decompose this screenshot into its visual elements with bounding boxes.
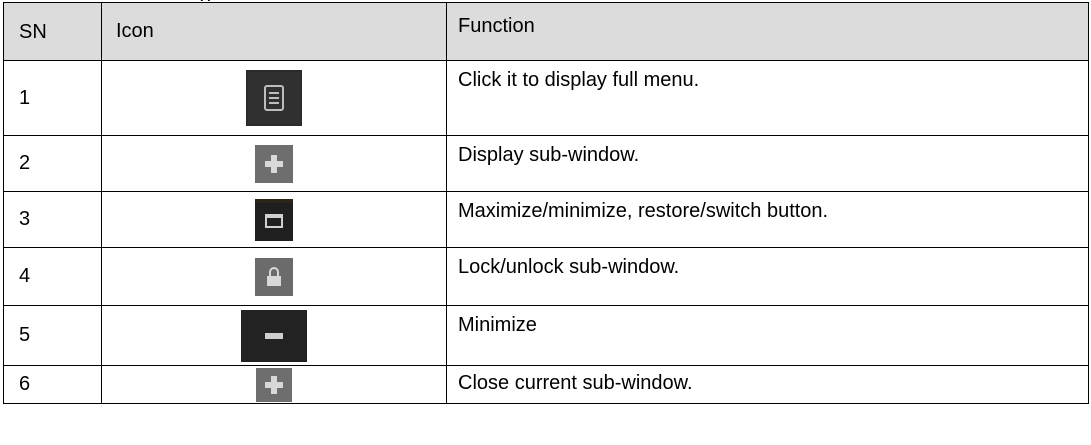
table-row: 5 Minimize [3, 305, 1089, 366]
header-function: Function [446, 2, 1089, 61]
row-icon-cell [101, 191, 447, 248]
lock-icon [255, 257, 293, 296]
row-sn: 6 [3, 365, 102, 404]
plus-icon [256, 367, 292, 402]
table-row: 3 Maximize/minimize, restore/switch butt… [3, 191, 1089, 248]
row-icon-cell [101, 60, 447, 136]
caption-fragment: g [200, 0, 211, 1]
full-menu-icon [246, 70, 302, 126]
row-function: Maximize/minimize, restore/switch button… [446, 191, 1089, 248]
row-icon-cell [101, 365, 447, 404]
row-icon-cell [101, 305, 447, 366]
table-row: 1 Click it to display full menu. [3, 60, 1089, 136]
table-header-row: SN Icon Function [3, 2, 1089, 61]
row-sn: 5 [3, 305, 102, 366]
minus-icon [241, 309, 307, 362]
row-function: Close current sub-window. [446, 365, 1089, 404]
table-row: 4 Lock/unlock sub-window. [3, 247, 1089, 306]
icon-function-table: SN Icon Function 1 Click it to display f… [3, 2, 1089, 404]
row-function: Minimize [446, 305, 1089, 366]
row-function: Display sub-window. [446, 135, 1089, 192]
row-icon-cell [101, 247, 447, 306]
row-icon-cell [101, 135, 447, 192]
header-sn: SN [3, 2, 102, 61]
row-sn: 2 [3, 135, 102, 192]
row-function: Click it to display full menu. [446, 60, 1089, 136]
window-icon [255, 198, 293, 241]
row-sn: 1 [3, 60, 102, 136]
row-function: Lock/unlock sub-window. [446, 247, 1089, 306]
table-row: 6 Close current sub-window. [3, 365, 1089, 404]
plus-icon [255, 144, 293, 183]
row-sn: 3 [3, 191, 102, 248]
header-icon: Icon [101, 2, 447, 61]
row-sn: 4 [3, 247, 102, 306]
table-row: 2 Display sub-window. [3, 135, 1089, 192]
